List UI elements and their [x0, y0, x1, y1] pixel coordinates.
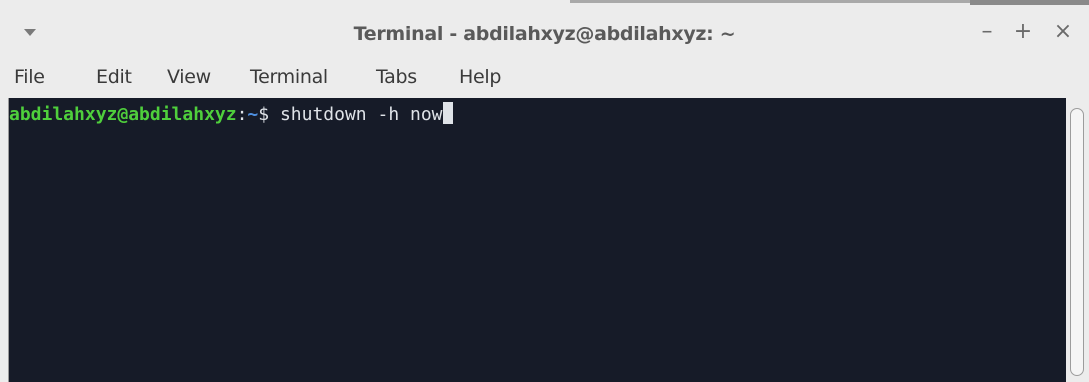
scrollbar-thumb[interactable]: [1070, 108, 1084, 376]
menu-edit[interactable]: Edit: [96, 64, 132, 90]
maximize-button[interactable]: +: [1012, 20, 1034, 44]
terminal-prompt-line: abdilahxyz@abdilahxyz:~$ shutdown -h now: [9, 102, 453, 128]
menu-file[interactable]: File: [14, 64, 45, 90]
prompt-symbol: $: [258, 104, 280, 125]
prompt-user-host: abdilahxyz@abdilahxyz: [9, 104, 237, 125]
terminal-area[interactable]: abdilahxyz@abdilahxyz:~$ shutdown -h now: [8, 98, 1066, 382]
terminal-window: Terminal - abdilahxyz@abdilahxyz: ~ – + …: [0, 0, 1089, 382]
menu-terminal[interactable]: Terminal: [250, 64, 328, 90]
menu-bar: File Edit View Terminal Tabs Help: [0, 62, 1089, 96]
minimize-button[interactable]: –: [976, 20, 998, 44]
command-text: shutdown -h now: [279, 104, 443, 125]
menu-view[interactable]: View: [167, 64, 211, 90]
menu-help[interactable]: Help: [459, 64, 501, 90]
title-bar[interactable]: Terminal - abdilahxyz@abdilahxyz: ~ – + …: [0, 0, 1089, 62]
prompt-path: ~: [247, 104, 259, 125]
close-button[interactable]: ×: [1052, 20, 1074, 44]
text-cursor: [442, 102, 453, 124]
window-title: Terminal - abdilahxyz@abdilahxyz: ~: [353, 23, 736, 45]
menu-tabs[interactable]: Tabs: [376, 64, 417, 90]
prompt-colon: :: [236, 104, 248, 125]
